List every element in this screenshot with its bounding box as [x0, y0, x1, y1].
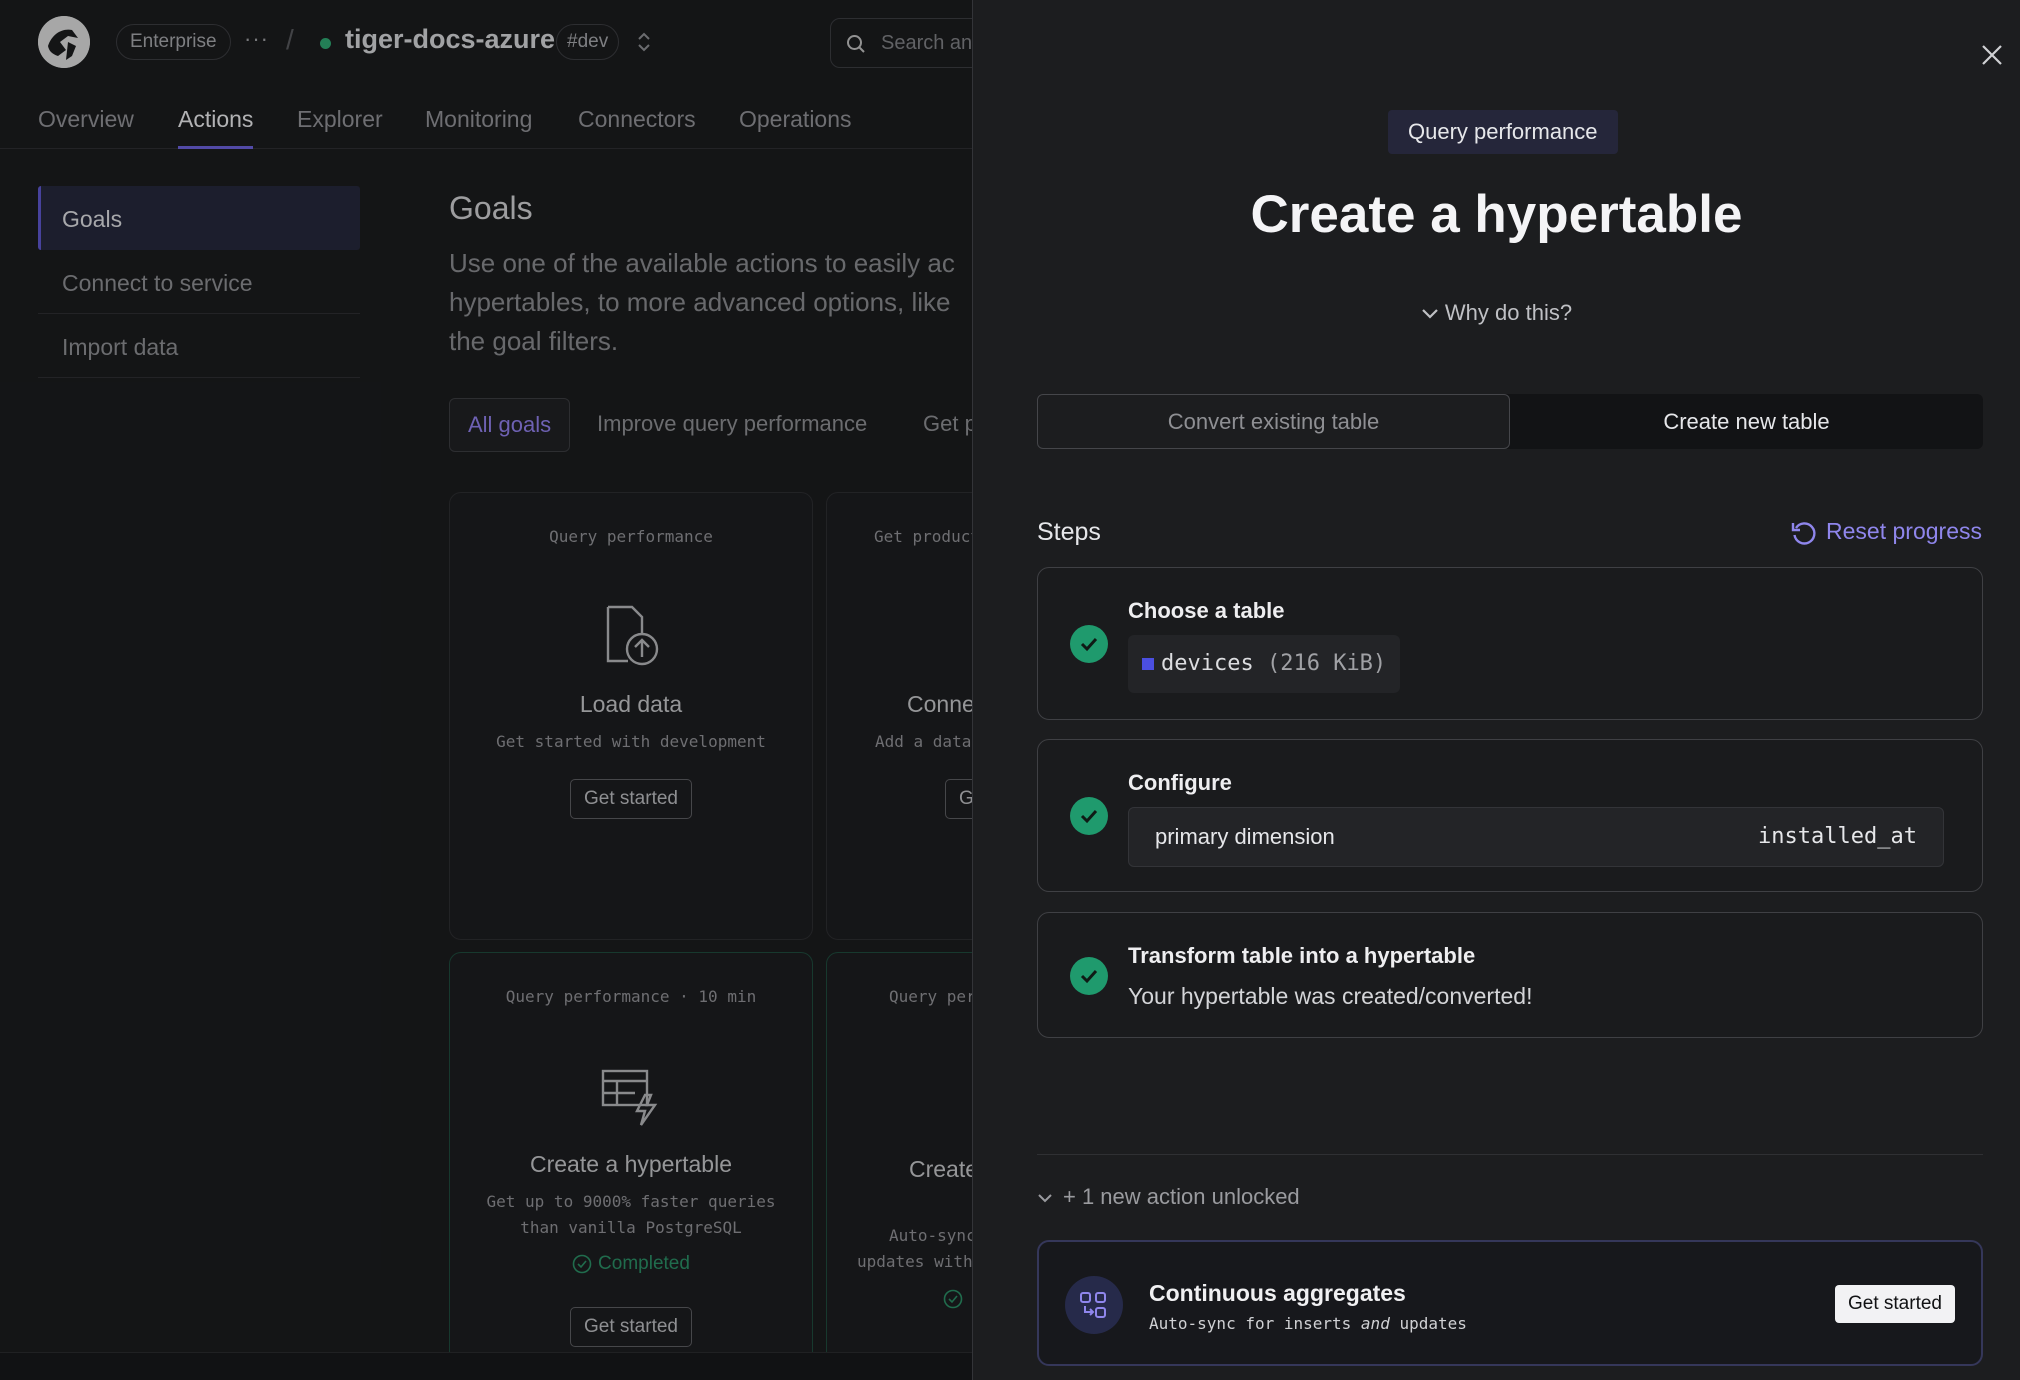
step-complete-icon [1070, 957, 1108, 995]
field-label: primary dimension [1155, 824, 1335, 849]
close-icon[interactable] [1979, 42, 2005, 68]
table-mode-toggle: Convert existing table Create new table [1037, 394, 1983, 449]
convert-existing-table-option[interactable]: Convert existing table [1037, 394, 1510, 449]
unlocked-toggle[interactable]: + 1 new action unlocked [1037, 1184, 1300, 1210]
step-message: Your hypertable was created/converted! [1128, 983, 1533, 1009]
step-configure: Configure primary dimension installed_at [1037, 739, 1983, 892]
step-title: Transform table into a hypertable [1128, 943, 1476, 968]
modal-backdrop[interactable] [0, 0, 972, 1380]
get-started-button[interactable]: Get started [1835, 1285, 1955, 1323]
reset-label: Reset progress [1826, 518, 1982, 544]
field-value: installed_at [1758, 824, 1917, 849]
table-marker-icon [1142, 658, 1154, 670]
step-choose-table: Choose a table devices (216 KiB) [1037, 567, 1983, 720]
subtitle-emphasis: and [1360, 1314, 1390, 1333]
reset-icon [1791, 522, 1816, 545]
step-complete-icon [1070, 625, 1108, 663]
step-complete-icon [1070, 797, 1108, 835]
subtitle-text: Auto-sync for inserts [1149, 1314, 1361, 1333]
divider [1037, 1154, 1983, 1155]
unlocked-label: + 1 new action unlocked [1063, 1184, 1300, 1209]
why-label: Why do this? [1444, 300, 1573, 325]
step-transform: Transform table into a hypertable Your h… [1037, 912, 1983, 1038]
action-title: Continuous aggregates [1149, 1280, 1406, 1306]
unlocked-action-card[interactable]: Continuous aggregates Auto-sync for inse… [1037, 1240, 1983, 1366]
create-new-table-option[interactable]: Create new table [1510, 394, 1983, 449]
chevron-down-icon [1038, 1194, 1052, 1203]
steps-heading: Steps [1037, 518, 1101, 546]
why-toggle[interactable]: Why do this? [973, 300, 2020, 326]
table-name: devices [1161, 651, 1254, 676]
table-size: (216 KiB) [1266, 651, 1387, 676]
goal-drawer: Query performance Create a hypertable Wh… [972, 0, 2020, 1380]
subtitle-text: updates [1389, 1314, 1467, 1333]
step-title: Choose a table [1128, 598, 1285, 623]
chevron-down-icon [1422, 309, 1438, 319]
selected-table-chip[interactable]: devices (216 KiB) [1128, 635, 1401, 693]
category-badge: Query performance [1388, 110, 1618, 154]
primary-dimension-field[interactable]: primary dimension installed_at [1128, 807, 1944, 867]
action-subtitle: Auto-sync for inserts and updates [1149, 1314, 1467, 1333]
drawer-title: Create a hypertable [1250, 185, 1743, 244]
reset-progress-button[interactable]: Reset progress [1790, 518, 1982, 547]
aggregate-icon [1065, 1276, 1123, 1334]
step-title: Configure [1128, 770, 1232, 795]
